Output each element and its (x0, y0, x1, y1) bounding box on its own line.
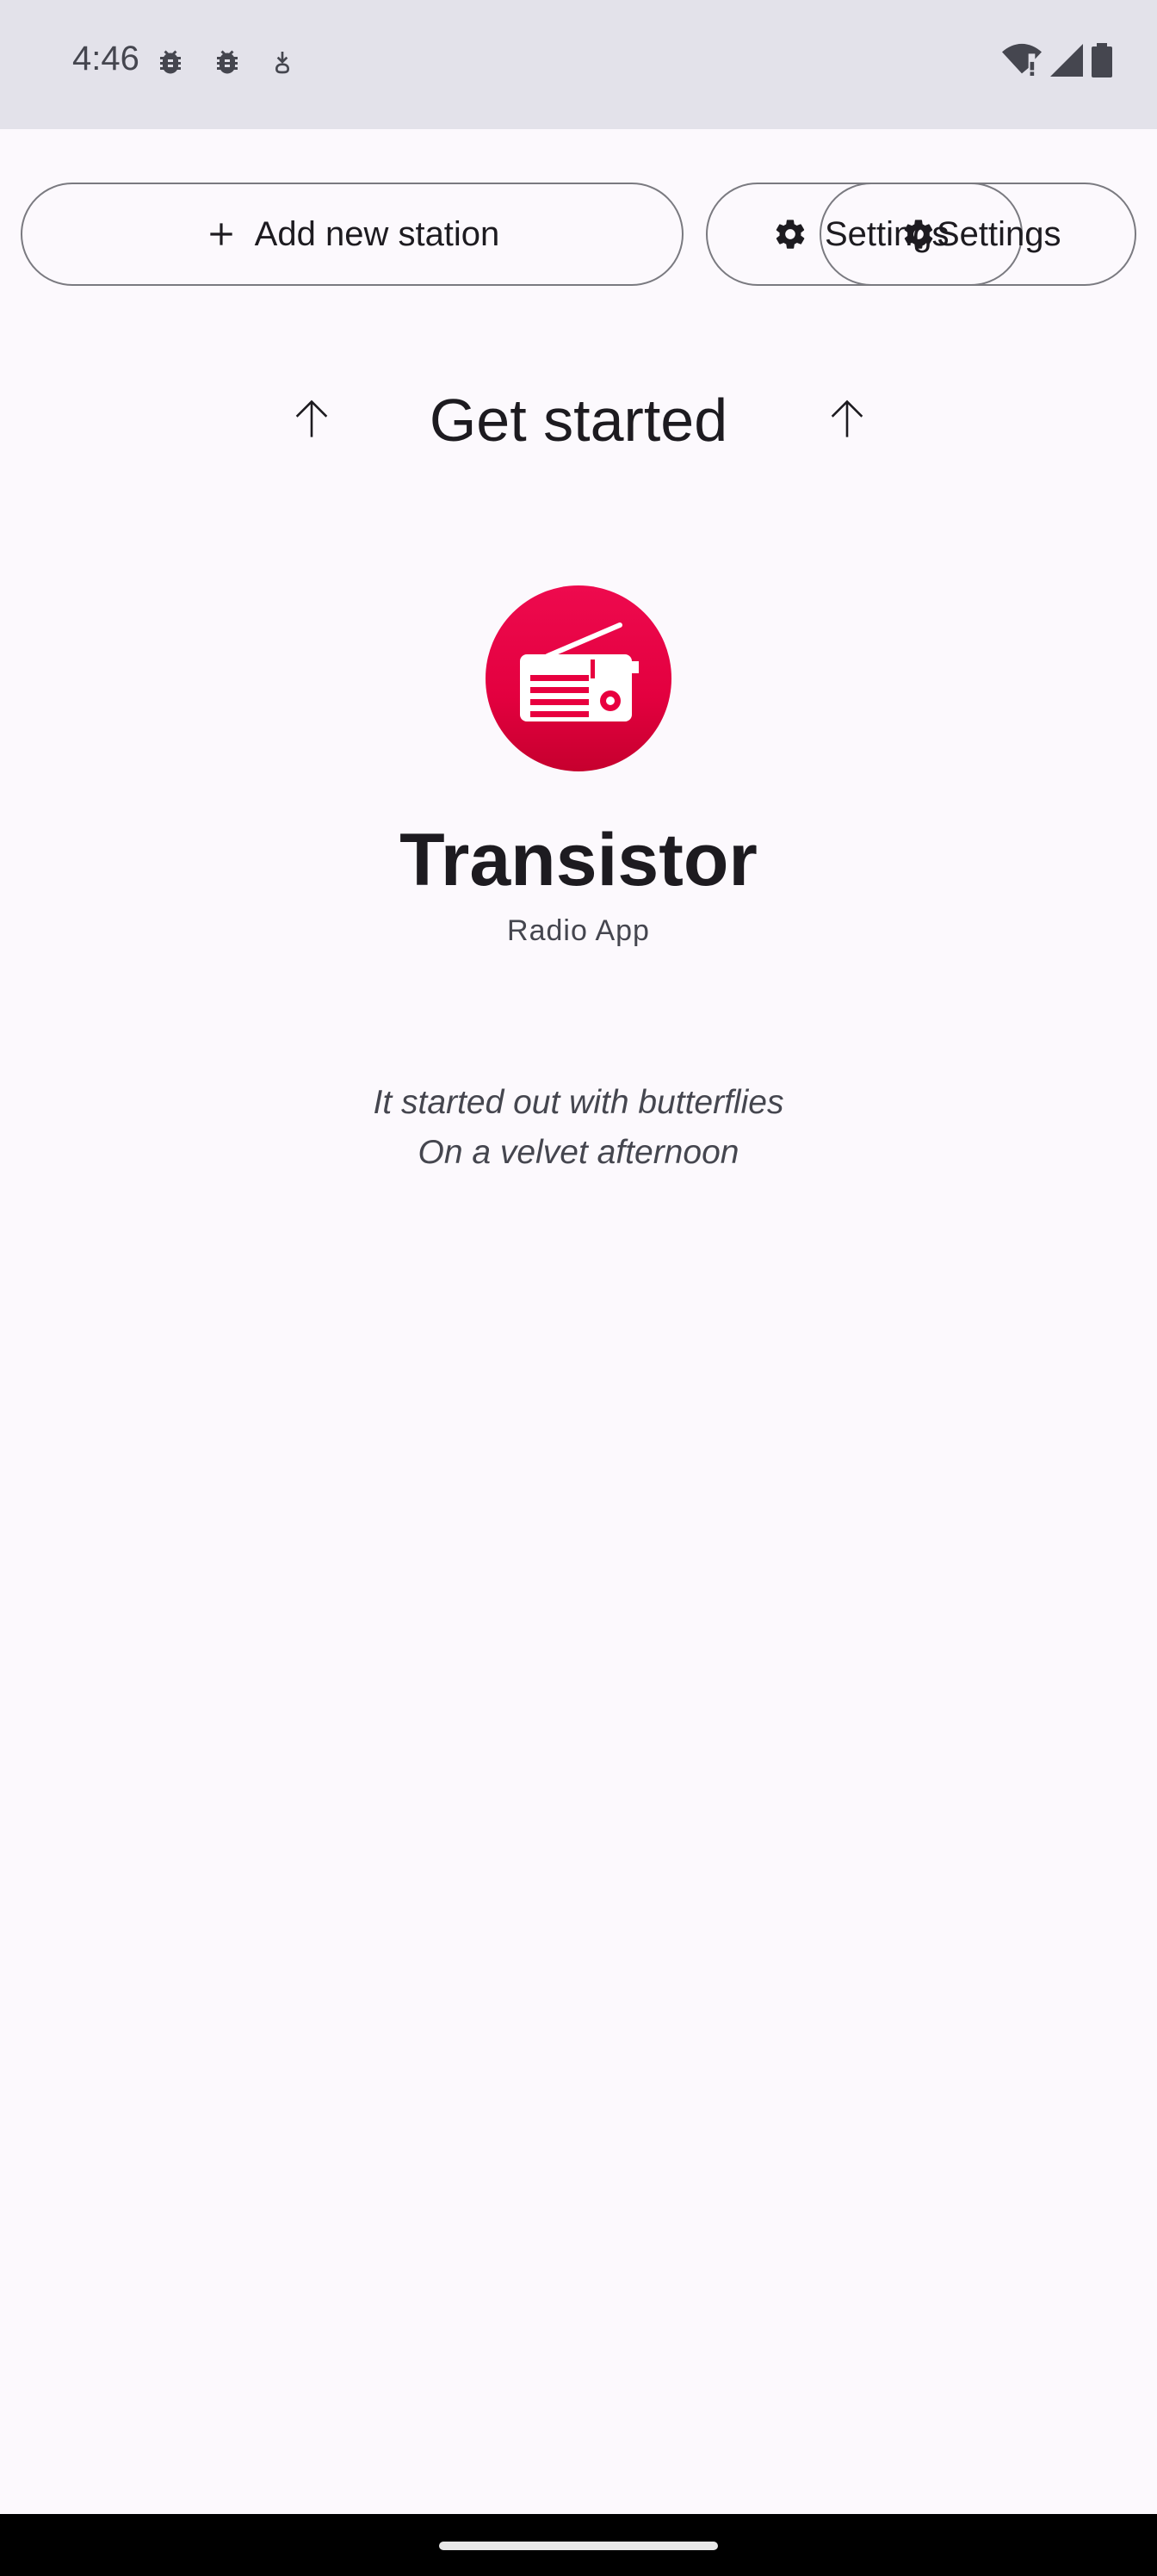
app-subtitle: Radio App (507, 914, 650, 947)
lyrics: It started out with butterflies On a vel… (0, 1078, 1157, 1178)
arrow-up-icon (831, 399, 863, 437)
bug-icon (217, 50, 238, 74)
radio-icon (520, 622, 639, 721)
gear-icon (776, 220, 805, 249)
lyric-line: On a velvet afternoon (418, 1134, 739, 1171)
wifi-alert-icon (1002, 43, 1042, 77)
app-logo (486, 585, 671, 771)
plus-icon (210, 223, 232, 245)
settings-label: Settings (937, 214, 1061, 253)
cell-signal-icon (1050, 44, 1083, 77)
status-bar: 4:46 (0, 0, 1157, 129)
settings-button-overlay[interactable]: Settings (820, 183, 1061, 286)
home-gesture-handle[interactable] (439, 2542, 718, 2550)
system-icons (1002, 43, 1112, 77)
battery-icon (1092, 43, 1112, 77)
page-title: Get started (429, 387, 728, 454)
notification-icons (155, 46, 296, 77)
gear-icon (904, 220, 933, 249)
add-station-button[interactable]: Add new station (21, 183, 684, 286)
app-name: Transistor (399, 819, 758, 901)
lyric-line: It started out with butterflies (373, 1084, 784, 1121)
add-station-label: Add new station (254, 214, 500, 253)
status-time: 4:46 (72, 40, 139, 77)
download-icon (275, 52, 290, 74)
bug-icon (160, 50, 181, 74)
